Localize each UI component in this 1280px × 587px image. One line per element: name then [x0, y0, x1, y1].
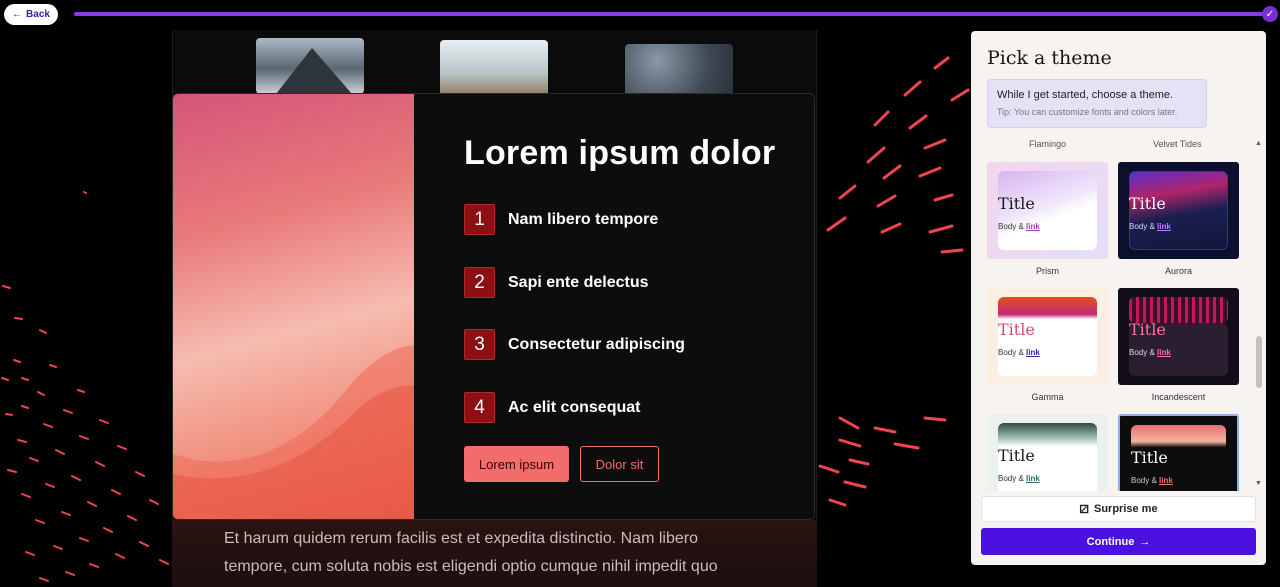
theme-card-title: Title — [998, 194, 1035, 213]
theme-list-scrollbar[interactable]: ▲ ▼ — [1255, 140, 1263, 490]
link-text: link — [1159, 476, 1173, 485]
theme-label-cut: Flamingo — [1029, 139, 1067, 149]
theme-name: Incandescent — [1151, 392, 1206, 402]
list-item-text: Ac elit consequat — [508, 398, 641, 416]
theme-picker-panel: Pick a theme While I get started, choose… — [971, 31, 1266, 565]
number-badge: 4 — [464, 392, 495, 423]
theme-card-body: Body & link — [1129, 348, 1171, 357]
progress-bar-fill — [74, 12, 1264, 16]
theme-card-body: Body & link — [1129, 222, 1171, 231]
theme-card-body: Body & link — [998, 222, 1040, 231]
theme-name: Aurora — [1164, 266, 1192, 276]
list-item: 1 Nam libero tempore — [464, 204, 658, 235]
scroll-down-icon[interactable]: ▼ — [1255, 480, 1262, 487]
link-text: link — [1026, 474, 1040, 483]
check-icon: ✓ — [1262, 6, 1278, 22]
arrow-right-icon: → — [1139, 535, 1151, 548]
list-item: 2 Sapi ente delectus — [464, 267, 649, 298]
continue-label: Continue — [1086, 535, 1135, 548]
number-badge: 2 — [464, 267, 495, 298]
scroll-up-icon[interactable]: ▲ — [1255, 140, 1262, 147]
mountain-thumbnail — [256, 38, 364, 94]
theme-name: Gamma — [1031, 392, 1064, 402]
body-text: Body & — [1129, 348, 1158, 357]
theme-card-prism[interactable]: Title Body & link — [987, 162, 1108, 259]
link-text: link — [1026, 222, 1040, 231]
number-badge: 3 — [464, 329, 495, 360]
tip-line: While I get started, choose a theme. — [997, 89, 1174, 101]
starry-sky-thumbnail — [625, 44, 733, 100]
tip-box: While I get started, choose a theme. Tip… — [987, 79, 1207, 128]
preview-primary-button[interactable]: Lorem ipsum — [464, 446, 569, 482]
theme-label-cut: Velvet Tides — [1153, 139, 1202, 149]
back-button[interactable]: ← Back — [4, 4, 58, 25]
next-slide-preview: Et harum quidem rerum facilis est et exp… — [172, 520, 817, 587]
surprise-me-label: Surprise me — [1093, 503, 1158, 515]
theme-card-title: Title — [1129, 320, 1166, 339]
body-text: Body & — [1131, 476, 1160, 485]
panel-title: Pick a theme — [987, 47, 1112, 69]
continue-button[interactable]: Continue → — [981, 528, 1256, 555]
progress-bar — [74, 12, 1264, 16]
theme-list[interactable]: Flamingo Velvet Tides Title Body & link … — [971, 131, 1256, 491]
theme-card-title: Title — [1131, 448, 1168, 467]
theme-card-aurora[interactable]: Title Body & link — [1118, 162, 1239, 259]
dice-icon: ⚂ — [1079, 503, 1089, 516]
link-text: link — [1157, 222, 1171, 231]
slide-paragraph: Et harum quidem rerum facilis est et exp… — [224, 530, 718, 575]
theme-card-incandescent[interactable]: Title Body & link — [1118, 288, 1239, 385]
body-text: Body & — [998, 474, 1027, 483]
theme-card-body: Body & link — [998, 474, 1040, 483]
list-item-text: Consectetur adipiscing — [508, 335, 685, 353]
list-item-text: Sapi ente delectus — [508, 273, 649, 291]
number-badge: 1 — [464, 204, 495, 235]
preview-secondary-button[interactable]: Dolor sit — [580, 446, 659, 482]
back-button-label: Back — [26, 9, 50, 20]
theme-card-title: Title — [998, 446, 1035, 465]
theme-card-gamma[interactable]: Title Body & link — [987, 288, 1108, 385]
theme-card-body: Body & link — [998, 348, 1040, 357]
link-text: link — [1157, 348, 1171, 357]
preview-slide-card: Lorem ipsum dolor 1 Nam libero tempore 2… — [172, 93, 815, 520]
theme-card-title: Title — [1129, 194, 1166, 213]
body-text: Body & — [1129, 222, 1158, 231]
gradient-wave-image — [173, 94, 414, 519]
body-text: Body & — [998, 348, 1027, 357]
list-item: 4 Ac elit consequat — [464, 392, 640, 423]
surprise-me-button[interactable]: ⚂ Surprise me — [981, 496, 1256, 522]
astronaut-thumbnail — [440, 40, 548, 96]
slide-title: Lorem ipsum dolor — [464, 134, 776, 172]
theme-card-title: Title — [998, 320, 1035, 339]
theme-card-sage[interactable]: Title Body & link — [987, 414, 1108, 491]
tip-hint: Tip: You can customize fonts and colors … — [997, 107, 1178, 117]
link-text: link — [1026, 348, 1040, 357]
list-item: 3 Consectetur adipiscing — [464, 329, 685, 360]
scrollbar-thumb[interactable] — [1256, 336, 1262, 388]
theme-name: Prism — [1036, 266, 1059, 276]
arrow-left-icon: ← — [12, 9, 23, 20]
theme-card-body: Body & link — [1131, 476, 1173, 485]
list-item-text: Nam libero tempore — [508, 210, 659, 228]
body-text: Body & — [998, 222, 1027, 231]
theme-card-selected[interactable]: Title Body & link — [1118, 414, 1239, 491]
